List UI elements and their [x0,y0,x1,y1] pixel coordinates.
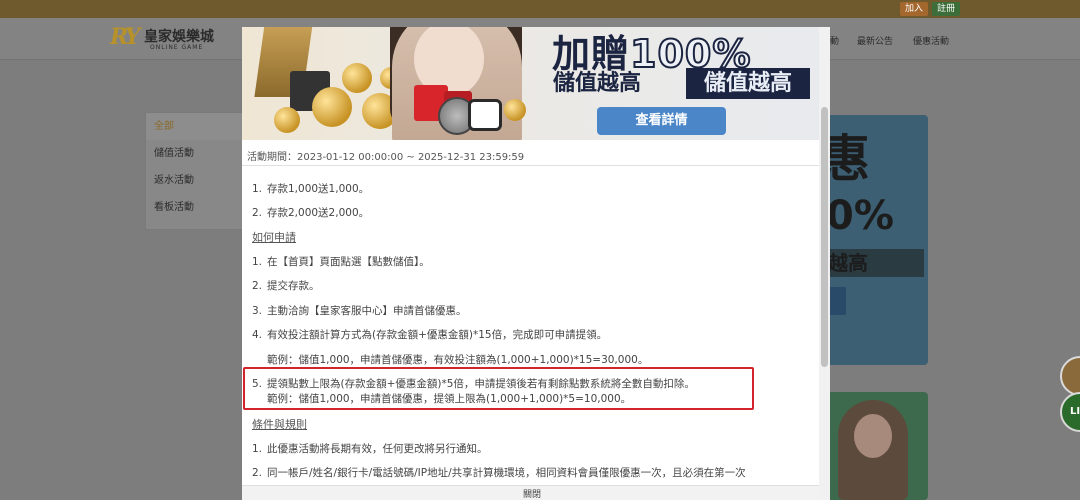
sidebar-item-all[interactable]: 全部 [146,113,244,140]
rule-text: 存款1,000送1,000。 [267,183,370,195]
sidebar-item-deposit[interactable]: 儲值活動 [146,140,244,167]
step-item: 1. 在【首頁】頁面點選【點數儲值】。 [252,254,430,269]
step-example: 範例：儲值1,000，申請首儲優惠，有效投注額為(1,000+1,000)*15… [267,354,649,366]
close-button[interactable]: 關閉 [523,487,541,500]
logo-mark: RY [110,24,140,50]
background-promo-card-2[interactable] [820,392,928,500]
bg-card-text-2: 0% [826,193,894,239]
cube-icon [468,99,502,131]
rule-number: 1. [252,183,263,195]
step-number: 3. [252,305,263,317]
model-face [854,414,892,458]
background-promo-card[interactable]: 惠 0% 越高 [820,115,928,365]
step-text: 在【首頁】頁面點選【點數儲值】。 [267,256,430,268]
gift-float-button[interactable] [1060,356,1080,396]
step-item: 3. 主動洽詢【皇家客服中心】申請首儲優惠。 [252,303,467,318]
term-number: 2. [252,467,263,479]
top-bar: 加入 註冊 [0,0,1080,18]
term-text: 此優惠活動將長期有效，任何更改將另行通知。 [267,443,488,455]
brand-name: 皇家娛樂城 [144,29,214,45]
site-logo[interactable]: RY 皇家娛樂城 ONLINE GAME [110,24,230,54]
rule-item: 1. 存款1,000送1,000。 [252,181,369,196]
term-number: 1. [252,443,263,455]
register-button[interactable]: 註冊 [932,2,960,16]
gold-coin-art [504,99,526,121]
step-number: 4. [252,329,263,341]
term-item: 1. 此優惠活動將長期有效，任何更改將另行通知。 [252,441,488,456]
modal-scroll-area[interactable]: 加贈100% 儲值越高 儲值越高 查看詳情 活動期間：2023-01-12 00… [242,27,819,500]
gold-coin-art [274,107,300,133]
divider [242,165,819,166]
sidebar-item-rebate[interactable]: 返水活動 [146,167,244,194]
step-item: 2. 提交存款。 [252,278,320,293]
promo-tagline-boxed: 儲值越高 [686,68,810,99]
promo-tagline-plain: 儲值越高 [553,71,642,96]
nav-item-promotions[interactable]: 優惠活動 [913,34,949,47]
view-details-button[interactable]: 查看詳情 [597,107,726,135]
how-to-apply-heading: 如何申請 [252,231,296,244]
gold-coin-art [342,63,372,93]
step-text: 提交存款。 [267,280,320,292]
nav-item-news[interactable]: 最新公告 [857,34,893,47]
gold-coin-art [312,87,352,127]
line-float-button[interactable]: LIN [1060,392,1080,432]
promotion-period: 活動期間：2023-01-12 00:00:00 ~ 2025-12-31 23… [247,152,525,163]
step-item: 4. 有效投注額計算方式為(存款金額+優惠金額)*15倍，完成即可申請提領。 [252,327,607,342]
term-item: 2. 同一帳戶/姓名/銀行卡/電話號碼/IP地址/共享計算機環境，相同資料會員僅限… [252,465,746,480]
bg-card-text-3: 越高 [824,249,924,277]
rule-text: 存款2,000送2,000。 [267,207,370,219]
step-number: 1. [252,256,263,268]
highlight-annotation-box [243,367,754,410]
step-number: 2. [252,280,263,292]
brand-subtitle: ONLINE GAME [150,44,204,51]
promo-category-sidebar: 全部 儲值活動 返水活動 看板活動 [145,112,245,230]
join-button[interactable]: 加入 [900,2,928,16]
promotion-detail-modal: 加贈100% 儲值越高 儲值越高 查看詳情 活動期間：2023-01-12 00… [242,27,830,500]
term-text: 同一帳戶/姓名/銀行卡/電話號碼/IP地址/共享計算機環境，相同資料會員僅限優惠… [267,467,746,479]
bg-card-stripe [830,287,846,315]
terms-heading: 條件與規則 [252,418,307,431]
nav-item-partial[interactable]: 動 [830,34,839,47]
rule-item: 2. 存款2,000送2,000。 [252,205,369,220]
promotion-banner: 加贈100% 儲值越高 儲值越高 查看詳情 [242,27,819,140]
scrollbar-thumb[interactable] [821,107,828,367]
sidebar-item-board[interactable]: 看板活動 [146,194,244,221]
step-text: 主動洽詢【皇家客服中心】申請首儲優惠。 [267,305,467,317]
step-text: 有效投注額計算方式為(存款金額+優惠金額)*15倍，完成即可申請提領。 [267,329,608,341]
rule-number: 2. [252,207,263,219]
